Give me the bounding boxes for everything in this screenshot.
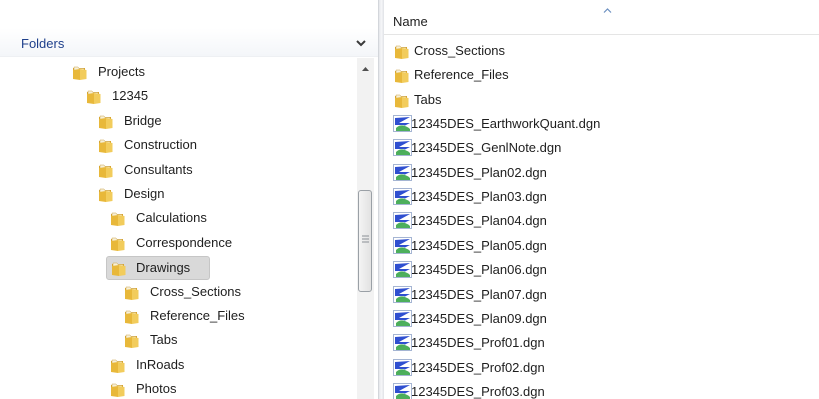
sort-ascending-icon [603,8,612,13]
dgn-file-icon [393,237,412,254]
file-item-label: 12345DES_Plan03.dgn [411,189,547,204]
tree-item-label: InRoads [136,357,185,372]
scrollbar-thumb[interactable] [358,190,372,292]
file-item-label: 12345DES_Plan02.dgn [411,165,547,180]
dgn-file-icon [393,383,412,399]
scrollbar-grip-icon [362,235,369,243]
file-list-pane: Name Cross_Sections Reference_Files Tabs 12… [384,0,819,399]
dgn-file-icon [393,261,412,278]
tree-item-drawings[interactable]: Drawings [106,256,210,280]
file-item-label: 12345DES_Plan05.dgn [411,238,547,253]
tree-item-label: Reference_Files [150,308,245,323]
file-item-label: 12345DES_Plan04.dgn [411,213,547,228]
dgn-file-icon [393,139,412,156]
folder-icon [394,43,410,59]
file-item-label: 12345DES_Plan09.dgn [411,311,547,326]
folder-icon [110,358,126,373]
file-item-label: 12345DES_Plan06.dgn [411,262,547,277]
folder-icon [86,89,102,104]
folder-icon [110,236,126,251]
folder-icon [111,261,127,276]
tree-item-label: Design [124,186,165,201]
folder-icon [72,65,88,80]
dgn-file-icon [393,164,412,181]
tree-item-label: Cross_Sections [150,284,242,299]
explorer-window: Folders Projects 12345 Bridge Construction C… [0,0,819,399]
dgn-file-icon [393,286,412,303]
folder-icon [98,138,114,153]
tree-item-label: Consultants [124,162,193,177]
name-column-label: Name [393,14,428,29]
tree-item-label: Calculations [136,210,207,225]
file-item-label: 12345DES_Prof02.dgn [411,360,545,375]
file-item-label: Cross_Sections [414,43,506,58]
tree-item-label: Photos [136,381,177,396]
folders-header-label: Folders [21,36,65,51]
file-item-label: 12345DES_Prof01.dgn [411,335,545,350]
folder-icon [110,382,126,397]
dgn-file-icon [393,359,412,376]
tree-scrollbar[interactable] [357,58,374,399]
folder-icon [124,333,140,348]
folder-icon [98,187,114,202]
tree-item-label: Projects [98,64,145,79]
folder-icon [394,92,410,108]
chevron-down-icon[interactable] [354,36,368,50]
tree-item-label: 12345 [112,88,149,103]
tree-item-label: Construction [124,137,197,152]
tree-item-label: Bridge [124,113,162,128]
dgn-file-icon [393,115,412,132]
folder-icon [110,211,126,226]
folder-icon [124,285,140,300]
tree-item-label: Tabs [150,332,178,347]
file-item-label: 12345DES_GenlNote.dgn [411,140,562,155]
tree-item-label: Correspondence [136,235,233,250]
file-item-label: 12345DES_EarthworkQuant.dgn [411,116,601,131]
file-item-label: 12345DES_Prof03.dgn [411,384,545,399]
file-item-label: 12345DES_Plan07.dgn [411,287,547,302]
dgn-file-icon [393,212,412,229]
file-item-label: Tabs [414,92,442,107]
folder-icon [124,309,140,324]
folder-icon [98,114,114,129]
dgn-file-icon [393,310,412,327]
tree-item-label: Drawings [136,260,191,275]
file-item-label: Reference_Files [414,67,509,82]
dgn-file-icon [393,188,412,205]
name-column-header[interactable]: Name [384,8,819,35]
folder-tree-pane: Folders Projects 12345 Bridge Construction C… [0,0,378,399]
folders-header[interactable]: Folders [0,28,378,57]
folder-icon [394,67,410,83]
dgn-file-icon [393,334,412,351]
folder-icon [98,163,114,178]
scroll-up-arrow-icon[interactable] [357,62,374,76]
